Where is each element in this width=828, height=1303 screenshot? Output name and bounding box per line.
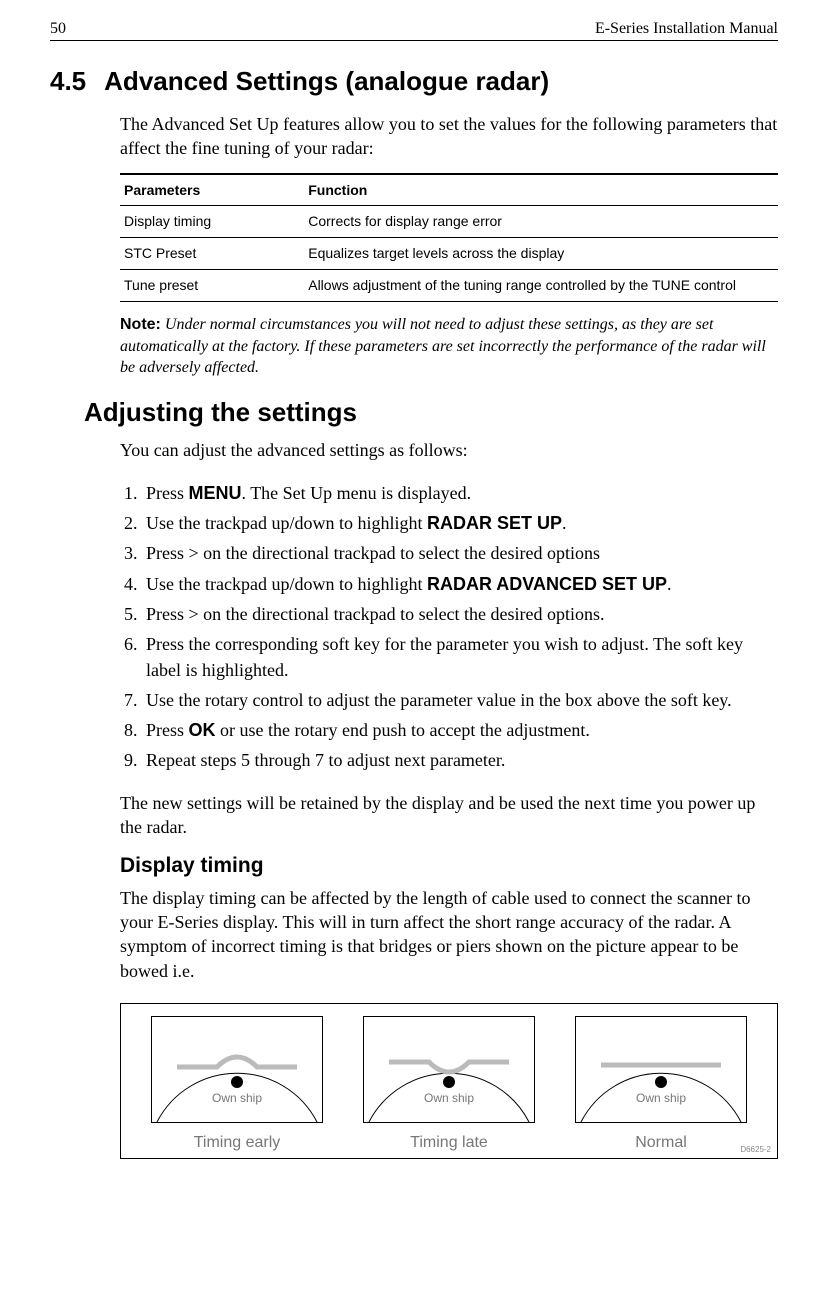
parameters-table: Parameters Function Display timing Corre… [120, 173, 778, 303]
display-timing-text: The display timing can be affected by th… [120, 886, 778, 983]
td-param: Display timing [120, 206, 304, 238]
display-timing-heading: Display timing [120, 854, 778, 878]
timing-normal-svg: Own ship [575, 1016, 747, 1123]
section-title: Advanced Settings (analogue radar) [104, 66, 549, 97]
list-item: Press OK or use the rotary end push to a… [142, 717, 778, 743]
td-function: Corrects for display range error [304, 206, 778, 238]
adjusting-intro: You can adjust the advanced settings as … [120, 438, 778, 462]
note-label: Note: [120, 316, 161, 333]
diagram-cell-normal: Own ship Normal [556, 1016, 766, 1152]
steps-list: Press MENU. The Set Up menu is displayed… [120, 480, 778, 773]
ownship-label: Own ship [212, 1091, 262, 1105]
caption-early: Timing early [132, 1134, 342, 1152]
ownship-label: Own ship [424, 1091, 474, 1105]
section-number: 4.5 [50, 66, 86, 97]
timing-late-svg: Own ship [363, 1016, 535, 1123]
figure-reference: D6625-2 [740, 1145, 771, 1154]
caption-late: Timing late [344, 1134, 554, 1152]
list-item: Repeat steps 5 through 7 to adjust next … [142, 747, 778, 773]
list-item: Press > on the directional trackpad to s… [142, 540, 778, 566]
intro-paragraph: The Advanced Set Up features allow you t… [120, 112, 778, 161]
th-function: Function [304, 174, 778, 206]
doc-title: E-Series Installation Manual [595, 20, 778, 38]
td-param: STC Preset [120, 238, 304, 270]
table-header-row: Parameters Function [120, 174, 778, 206]
list-item: Use the trackpad up/down to highlight RA… [142, 571, 778, 597]
list-item: Press the corresponding soft key for the… [142, 631, 778, 683]
list-item: Press > on the directional trackpad to s… [142, 601, 778, 627]
list-item: Use the rotary control to adjust the par… [142, 687, 778, 713]
th-parameters: Parameters [120, 174, 304, 206]
table-row: Tune preset Allows adjustment of the tun… [120, 270, 778, 302]
caption-normal: Normal [556, 1134, 766, 1152]
list-item: Use the trackpad up/down to highlight RA… [142, 510, 778, 536]
page-number: 50 [50, 20, 66, 38]
table-row: Display timing Corrects for display rang… [120, 206, 778, 238]
timing-diagram: Own ship Timing early Own ship Timing la… [120, 1003, 778, 1159]
timing-early-svg: Own ship [151, 1016, 323, 1123]
diagram-cell-early: Own ship Timing early [132, 1016, 342, 1152]
diagram-cell-late: Own ship Timing late [344, 1016, 554, 1152]
adjusting-after: The new settings will be retained by the… [120, 791, 778, 840]
note-block: Note: Under normal circumstances you wil… [120, 314, 778, 379]
table-row: STC Preset Equalizes target levels acros… [120, 238, 778, 270]
adjusting-heading: Adjusting the settings [84, 397, 778, 428]
note-text: Under normal circumstances you will not … [120, 316, 766, 376]
td-param: Tune preset [120, 270, 304, 302]
td-function: Equalizes target levels across the displ… [304, 238, 778, 270]
ownship-label: Own ship [636, 1091, 686, 1105]
list-item: Press MENU. The Set Up menu is displayed… [142, 480, 778, 506]
td-function: Allows adjustment of the tuning range co… [304, 270, 778, 302]
